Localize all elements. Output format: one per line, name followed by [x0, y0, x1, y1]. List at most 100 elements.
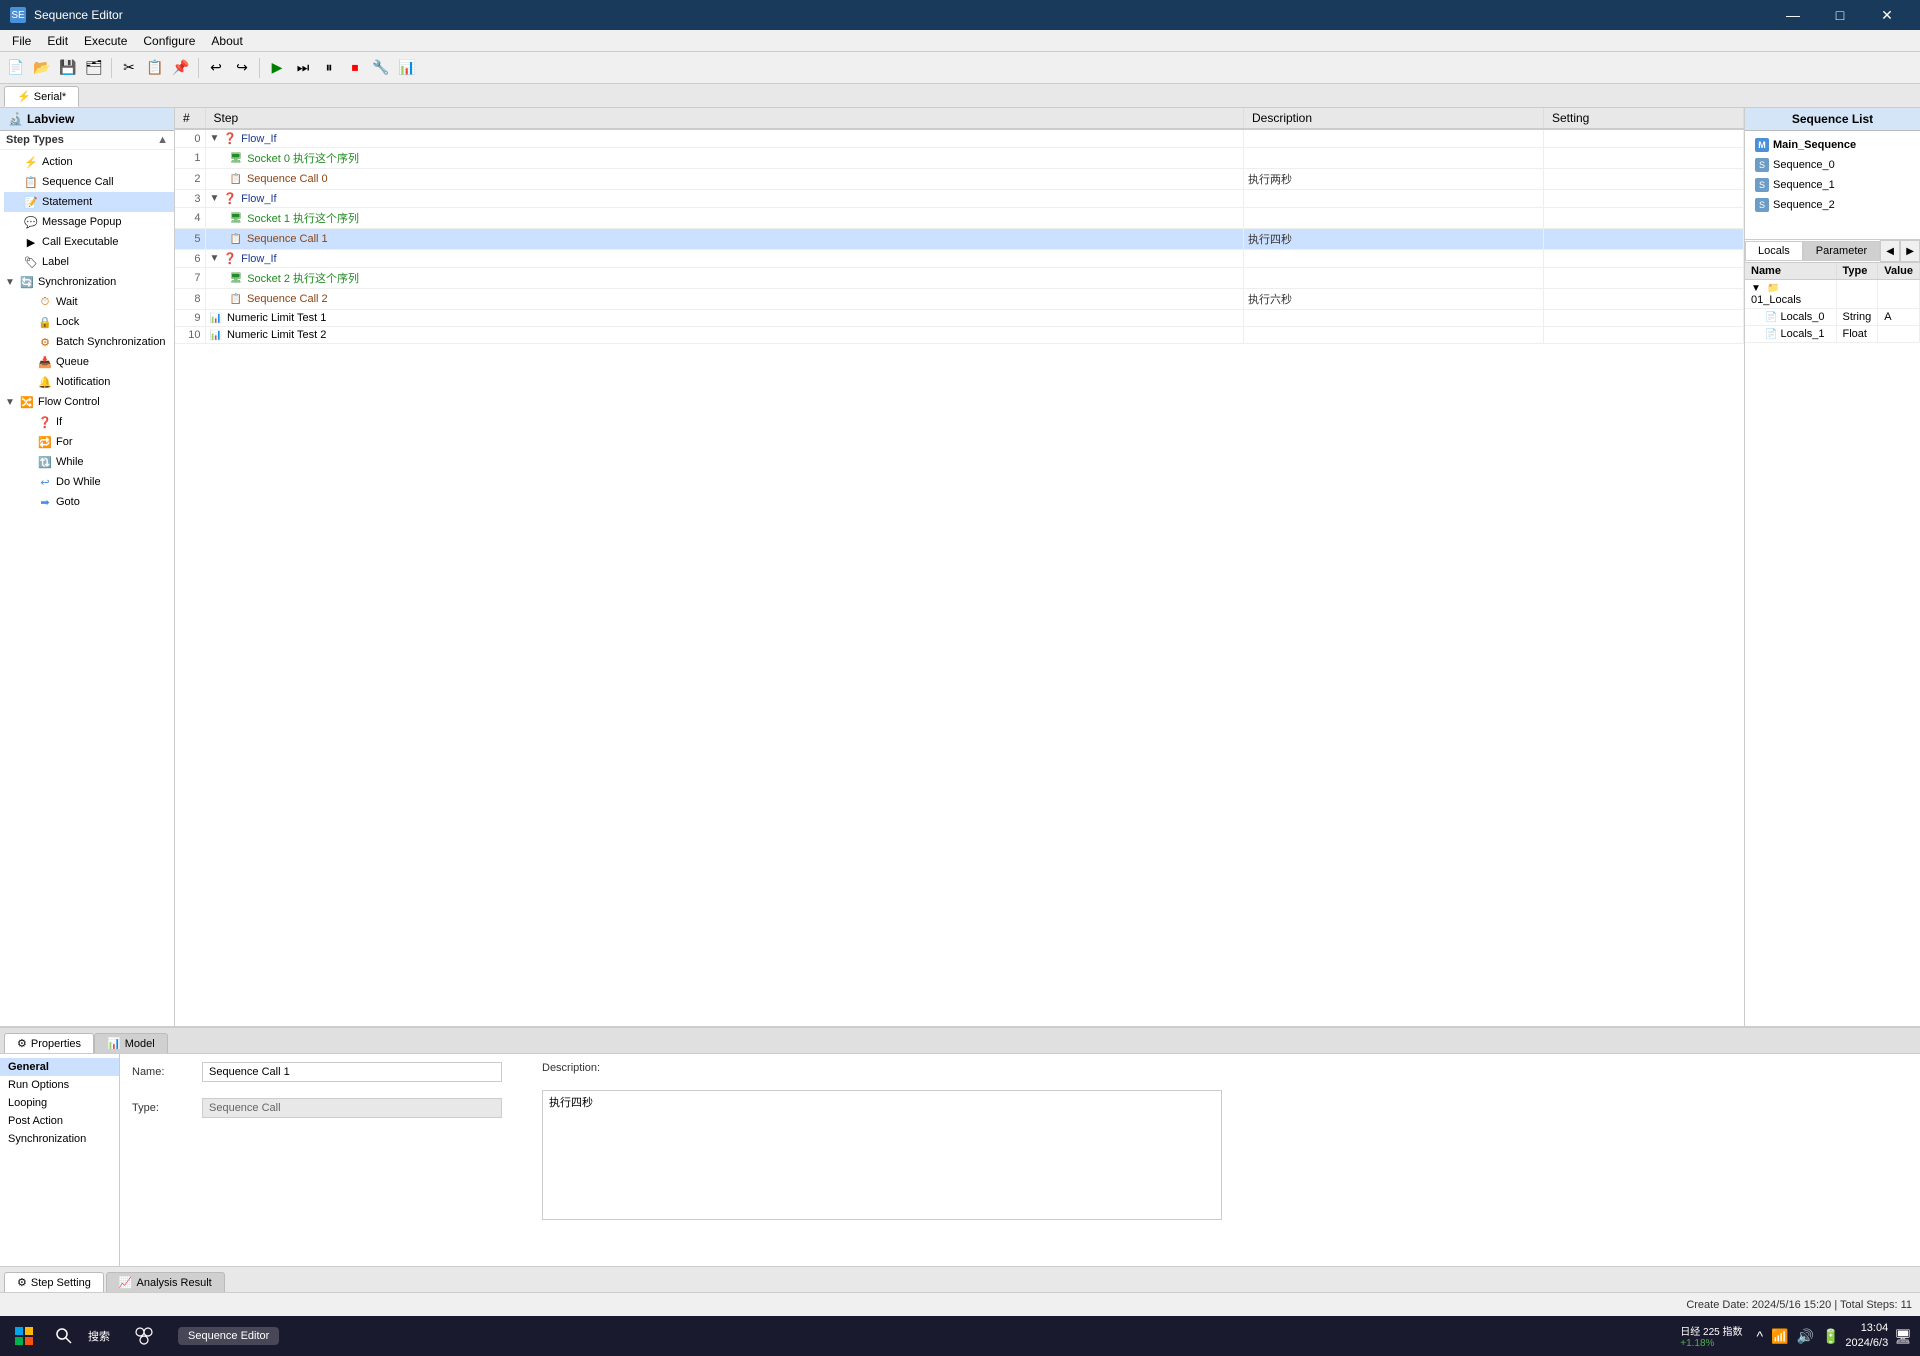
- tab-serial[interactable]: ⚡ Serial*: [4, 86, 79, 107]
- expand-0[interactable]: ▼: [210, 133, 220, 144]
- tree-item-if[interactable]: ❓ If: [18, 412, 174, 432]
- table-row[interactable]: 8 📋 Sequence Call 2 执行六秒: [175, 289, 1744, 310]
- bottom-tab-step-setting[interactable]: ⚙ Step Setting: [4, 1272, 104, 1292]
- toolbar-paste[interactable]: 📌: [169, 56, 193, 80]
- seq-list-item-0[interactable]: S Sequence_0: [1749, 155, 1916, 175]
- tree-item-do-while[interactable]: ↩ Do While: [18, 472, 174, 492]
- start-button[interactable]: [8, 1320, 40, 1352]
- seq-list-item-1[interactable]: S Sequence_1: [1749, 175, 1916, 195]
- menu-edit[interactable]: Edit: [39, 32, 76, 50]
- speaker-icon[interactable]: 🔊: [1797, 1328, 1814, 1345]
- toolbar-run[interactable]: ▶: [265, 56, 289, 80]
- toolbar-extra1[interactable]: 🔧: [369, 56, 393, 80]
- table-row[interactable]: 2 📋 Sequence Call 0 执行两秒: [175, 169, 1744, 190]
- clock[interactable]: 13:04 2024/6/3: [1845, 1321, 1888, 1352]
- menu-configure[interactable]: Configure: [135, 32, 203, 50]
- bottom-tab-analysis-result[interactable]: 📈 Analysis Result: [106, 1272, 225, 1292]
- table-row[interactable]: 10 📊 Numeric Limit Test 2: [175, 327, 1744, 344]
- table-row[interactable]: 4 🖥 Socket 1 执行这个序列: [175, 208, 1744, 229]
- toolbar-new[interactable]: 📄: [4, 56, 28, 80]
- toolbar-stop[interactable]: ⏹: [343, 56, 367, 80]
- toolbar-redo[interactable]: ↪: [230, 56, 254, 80]
- tree-item-statement[interactable]: 📝 Statement: [4, 192, 174, 212]
- step-label-7: Socket 2 执行这个序列: [247, 270, 359, 286]
- maximize-button[interactable]: □: [1817, 0, 1863, 30]
- sequence-table[interactable]: # Step Description Setting 0 ▼ ❓: [175, 108, 1744, 1026]
- prop-tab-model[interactable]: 📊 Model: [94, 1033, 168, 1053]
- menu-execute[interactable]: Execute: [76, 32, 135, 50]
- toolbar-undo[interactable]: ↩: [204, 56, 228, 80]
- tree-item-lock[interactable]: 🔒 Lock: [18, 312, 174, 332]
- taskbar-seq-editor[interactable]: Sequence Editor: [178, 1327, 279, 1345]
- locals-table: Name Type Value ▼ 📁 01_Locals: [1745, 263, 1920, 343]
- prop-name-input[interactable]: [202, 1062, 502, 1082]
- prop-desc-textarea[interactable]: 执行四秒: [542, 1090, 1222, 1220]
- locals-row-group[interactable]: ▼ 📁 01_Locals: [1745, 280, 1920, 309]
- toolbar-extra2[interactable]: 📊: [395, 56, 419, 80]
- tree-item-action[interactable]: ⚡ Action: [4, 152, 174, 172]
- task-view-icon[interactable]: [128, 1320, 160, 1352]
- table-row[interactable]: 0 ▼ ❓ Flow_If: [175, 129, 1744, 148]
- toolbar-step-over[interactable]: ⏭: [291, 56, 315, 80]
- expand-6[interactable]: ▼: [210, 253, 220, 264]
- tree-item-notification[interactable]: 🔔 Notification: [18, 372, 174, 392]
- prop-section-general[interactable]: General: [0, 1058, 119, 1076]
- menu-file[interactable]: File: [4, 32, 39, 50]
- tree-item-message-popup[interactable]: 💬 Message Popup: [4, 212, 174, 232]
- toolbar-open[interactable]: 📂: [30, 56, 54, 80]
- tree-item-call-executable[interactable]: ▶ Call Executable: [4, 232, 174, 252]
- parameter-tab[interactable]: Parameter: [1803, 241, 1880, 261]
- row-num-0: 0: [175, 129, 205, 148]
- show-desktop-icon[interactable]: 🖥: [1894, 1328, 1912, 1345]
- battery-icon[interactable]: 🔋: [1822, 1328, 1839, 1345]
- tree-item-wait[interactable]: ⏱ Wait: [18, 292, 174, 312]
- sync-expand[interactable]: ▼: [4, 276, 16, 288]
- table-row[interactable]: 9 📊 Numeric Limit Test 1: [175, 310, 1744, 327]
- prop-section-run-options[interactable]: Run Options: [0, 1076, 119, 1094]
- tree-item-synchronization[interactable]: ▼ 🔄 Synchronization: [0, 272, 174, 292]
- menu-about[interactable]: About: [203, 32, 250, 50]
- seq-list-item-main[interactable]: M Main_Sequence: [1749, 135, 1916, 155]
- tree-item-batch-sync[interactable]: ⚙ Batch Synchronization: [18, 332, 174, 352]
- minimize-button[interactable]: —: [1770, 0, 1816, 30]
- flow-control-label: Flow Control: [38, 396, 100, 408]
- tree-item-while[interactable]: 🔃 While: [18, 452, 174, 472]
- prop-section-looping[interactable]: Looping: [0, 1094, 119, 1112]
- sequence-list: M Main_Sequence S Sequence_0 S Sequence_…: [1745, 131, 1920, 219]
- toolbar-break[interactable]: ⏸: [317, 56, 341, 80]
- chevron-up-icon[interactable]: ^: [1757, 1328, 1764, 1344]
- expand-3[interactable]: ▼: [210, 193, 220, 204]
- close-button[interactable]: ✕: [1864, 0, 1910, 30]
- step-types-scroll-up[interactable]: ▲: [157, 134, 168, 146]
- prop-section-post-action[interactable]: Post Action: [0, 1112, 119, 1130]
- table-row[interactable]: 3 ▼ ❓ Flow_If: [175, 190, 1744, 208]
- locals-tab[interactable]: Locals: [1745, 241, 1803, 261]
- prop-section-synchronization[interactable]: Synchronization: [0, 1130, 119, 1148]
- table-row[interactable]: 6 ▼ ❓ Flow_If: [175, 250, 1744, 268]
- tree-item-flow-control[interactable]: ▼ 🔀 Flow Control: [0, 392, 174, 412]
- tree-item-queue[interactable]: 📥 Queue: [18, 352, 174, 372]
- tree-item-goto[interactable]: ➡ Goto: [18, 492, 174, 512]
- locals-row-1[interactable]: 📄 Locals_1 Float: [1745, 326, 1920, 343]
- tree-item-for[interactable]: 🔁 For: [18, 432, 174, 452]
- locals-nav-next[interactable]: ▶: [1900, 240, 1920, 262]
- table-row[interactable]: 7 🖥 Socket 2 执行这个序列: [175, 268, 1744, 289]
- table-row[interactable]: 1 🖥 Socket 0 执行这个序列: [175, 148, 1744, 169]
- network-icon[interactable]: 📶: [1771, 1328, 1788, 1345]
- tab-bar: ⚡ Serial*: [0, 84, 1920, 108]
- flow-expand[interactable]: ▼: [4, 396, 16, 408]
- locals-row-0[interactable]: 📄 Locals_0 String A: [1745, 309, 1920, 326]
- analysis-result-label: Analysis Result: [137, 1277, 212, 1289]
- table-row[interactable]: 5 📋 Sequence Call 1 执行四秒: [175, 229, 1744, 250]
- toolbar-cut[interactable]: ✂: [117, 56, 141, 80]
- toolbar-save-all[interactable]: 🗂: [82, 56, 106, 80]
- tree-item-label[interactable]: 🏷 Label: [4, 252, 174, 272]
- toolbar-save[interactable]: 💾: [56, 56, 80, 80]
- tree-item-sequence-call[interactable]: 📋 Sequence Call: [4, 172, 174, 192]
- prop-tab-properties[interactable]: ⚙ Properties: [4, 1033, 94, 1053]
- locals-group-expand[interactable]: ▼: [1751, 283, 1761, 294]
- search-taskbar-icon[interactable]: [48, 1320, 80, 1352]
- toolbar-copy[interactable]: 📋: [143, 56, 167, 80]
- locals-nav-prev[interactable]: ◀: [1880, 240, 1900, 262]
- seq-list-item-2[interactable]: S Sequence_2: [1749, 195, 1916, 215]
